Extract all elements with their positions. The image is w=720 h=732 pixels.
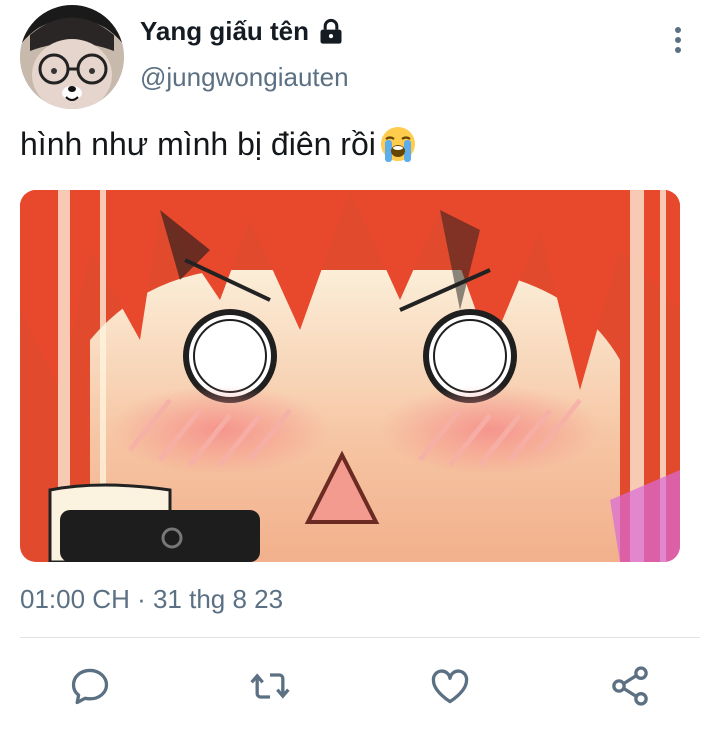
more-options-button[interactable] bbox=[666, 24, 690, 56]
loudly-crying-face-emoji bbox=[380, 127, 415, 162]
user-handle[interactable]: @jungwongiauten bbox=[140, 62, 349, 93]
retweet-button[interactable] bbox=[244, 660, 296, 712]
anime-face-illustration bbox=[20, 190, 680, 562]
tweet-text-row: hình như mình bị điên rồi bbox=[20, 124, 418, 164]
like-button[interactable] bbox=[424, 660, 476, 712]
more-vertical-icon bbox=[666, 27, 690, 53]
share-button[interactable] bbox=[604, 660, 656, 712]
tweet-action-bar bbox=[0, 660, 720, 712]
reply-button[interactable] bbox=[64, 660, 116, 712]
tweet-timestamp[interactable]: 01:00 CH · 31 thg 8 23 bbox=[20, 584, 283, 615]
heart-icon bbox=[431, 669, 469, 704]
lock-icon bbox=[320, 18, 342, 44]
share-icon bbox=[612, 666, 648, 706]
avatar[interactable] bbox=[20, 5, 124, 109]
divider bbox=[20, 637, 700, 638]
retweet-icon bbox=[250, 673, 290, 699]
avatar-image bbox=[20, 5, 124, 109]
display-name[interactable]: Yang giấu tên bbox=[140, 16, 309, 47]
reply-icon bbox=[71, 668, 109, 705]
name-row: Yang giấu tên bbox=[140, 16, 345, 47]
tweet-media-image[interactable] bbox=[20, 190, 680, 562]
tweet-text: hình như mình bị điên rồi bbox=[20, 125, 376, 162]
